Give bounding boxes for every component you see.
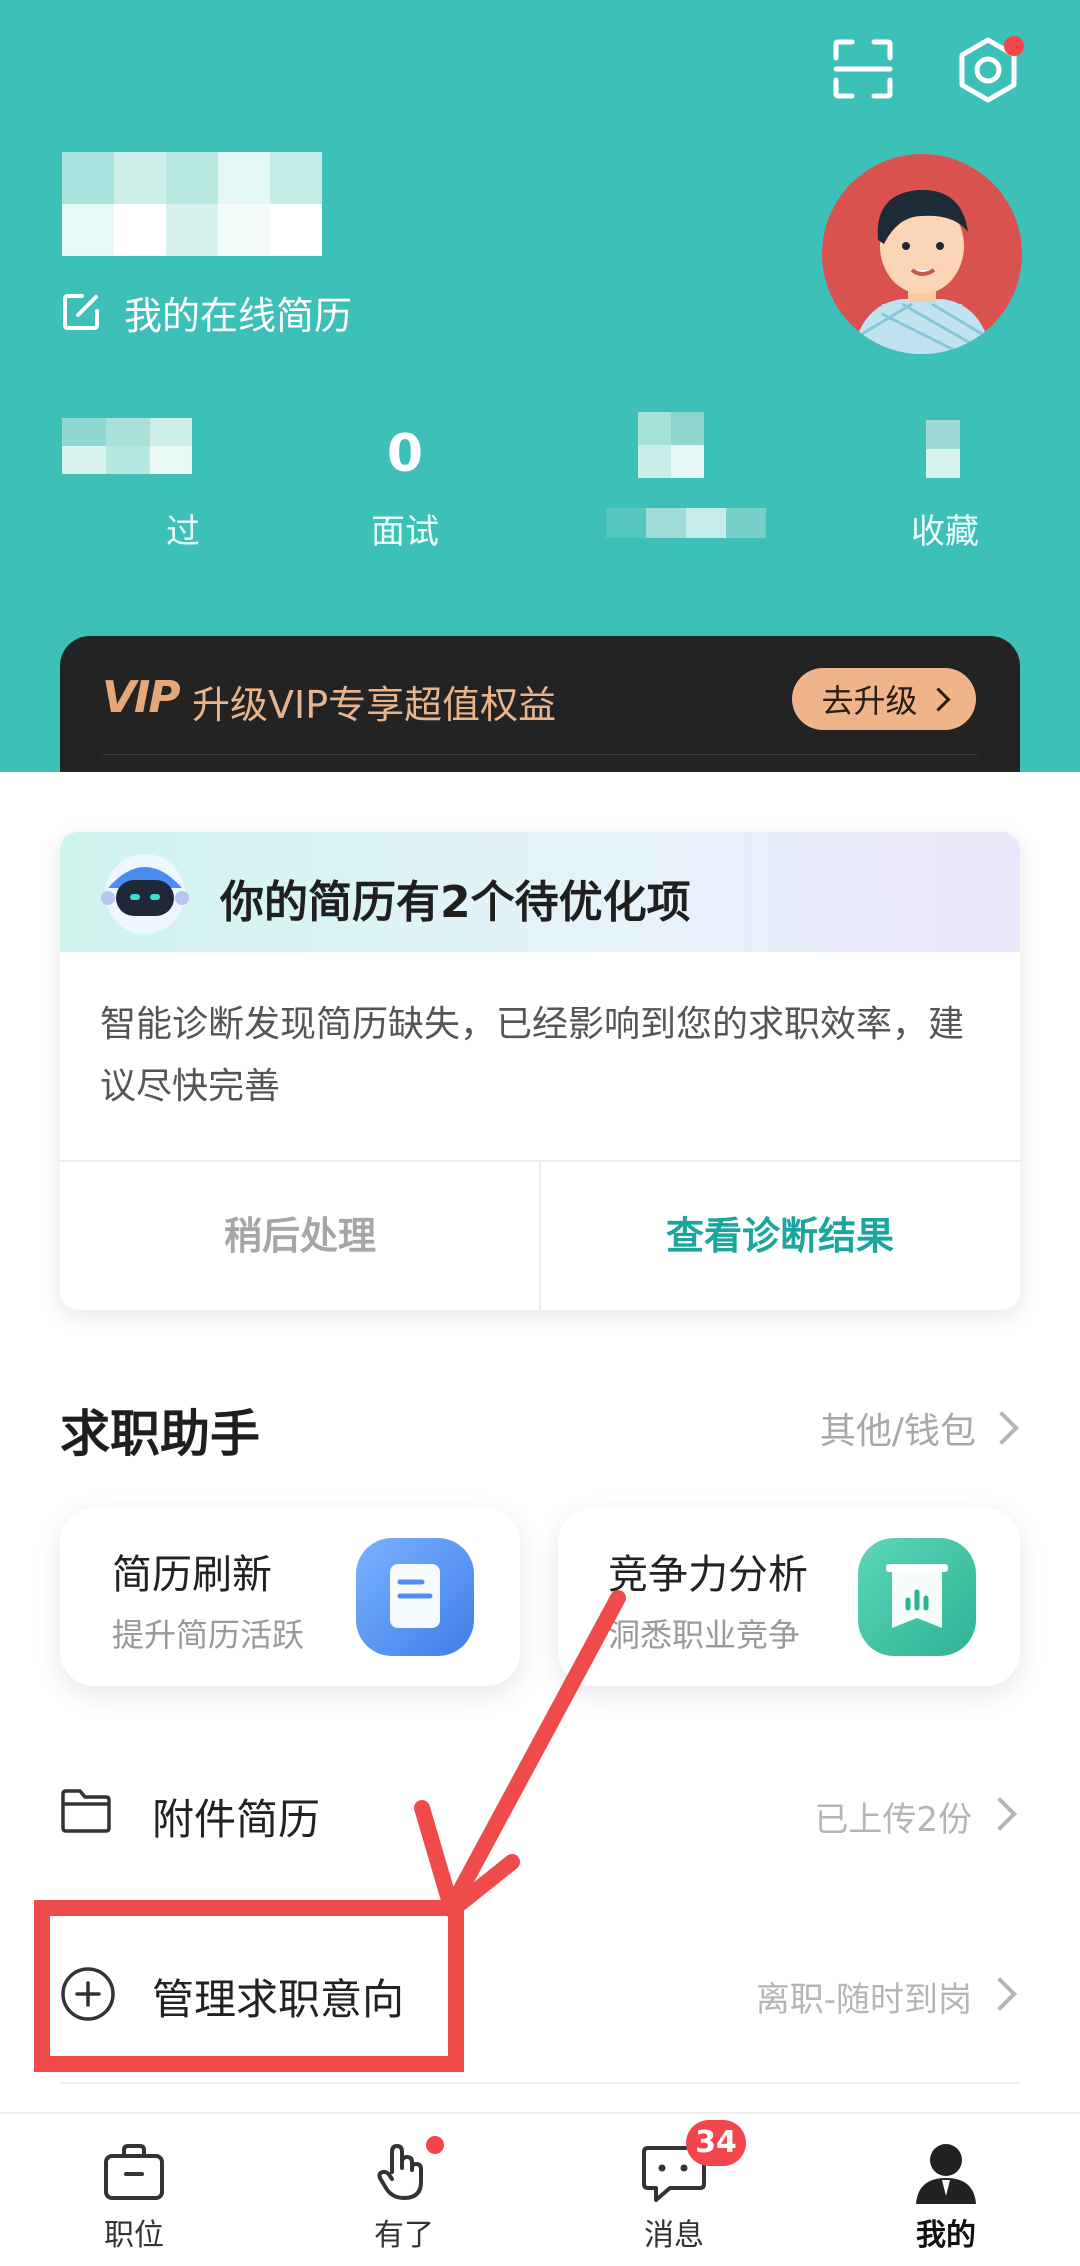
stat-value-interview[interactable]: 0: [340, 424, 470, 484]
assistant-more-label: 其他/钱包: [819, 1411, 976, 1452]
online-resume-label: 我的在线简历: [124, 293, 353, 338]
stat-blurred-4: [926, 420, 960, 478]
vip-upgrade-label: 去升级: [821, 682, 918, 720]
chevron-right-icon: [983, 1797, 1017, 1831]
stat-label-blurred-3: [606, 508, 766, 538]
vip-promo-text: 升级VIP专享超值权益: [192, 683, 557, 727]
list-divider: [60, 2082, 1020, 2084]
vip-logo: VIP: [102, 672, 181, 723]
tab-youle[interactable]: 有了: [344, 2130, 464, 2253]
briefcase-icon: [102, 2142, 166, 2202]
tab-messages[interactable]: 34 消息: [614, 2120, 746, 2253]
tab-messages-label: 消息: [644, 2218, 704, 2253]
tab-jobs-label: 职位: [104, 2218, 164, 2253]
annotation-arrow: [400, 1580, 660, 1960]
tab-mine[interactable]: 我的: [886, 2130, 1006, 2253]
diagnosis-title: 你的简历有2个待优化项: [220, 877, 691, 928]
tab-mine-label: 我的: [916, 2218, 976, 2253]
person-icon: [912, 2138, 980, 2206]
chevron-right-icon: [985, 1411, 1019, 1445]
tab-youle-label: 有了: [374, 2218, 434, 2253]
stat-label-favorites[interactable]: 收藏: [880, 504, 1010, 553]
resume-diagnosis-card: 你的简历有2个待优化项 智能诊断发现简历缺失，已经影响到您的求职效率，建议尽快完…: [60, 832, 1020, 1310]
later-button[interactable]: 稍后处理: [60, 1162, 540, 1310]
resume-refresh-subtitle: 提升简历活跃: [112, 1616, 305, 1654]
robot-icon: [100, 848, 190, 938]
diagnosis-header: 你的简历有2个待优化项: [60, 832, 1020, 952]
scan-icon[interactable]: [832, 38, 894, 100]
folder-icon: [60, 1788, 112, 1834]
manage-job-intention-value: 离职-随时到岗: [755, 1980, 972, 2020]
attachment-resume-value: 已上传2份: [814, 1800, 972, 1840]
resume-refresh-title: 简历刷新: [112, 1552, 272, 1598]
chevron-right-icon: [983, 1977, 1017, 2011]
stat-label-passed: 过: [166, 512, 200, 552]
stat-blurred-1: [62, 418, 192, 474]
tab-youle-notification-dot: [426, 2136, 444, 2154]
stat-blurred-3: [638, 412, 704, 478]
view-diagnosis-button[interactable]: 查看诊断结果: [540, 1162, 1020, 1310]
diagnosis-body: 智能诊断发现简历缺失，已经影响到您的求职效率，建议尽快完善: [100, 1004, 965, 1107]
vip-divider: [102, 754, 978, 755]
online-resume-link[interactable]: 我的在线简历: [60, 284, 352, 340]
username-blurred: [62, 152, 322, 256]
stat-label-interview[interactable]: 面试: [340, 504, 470, 553]
assistant-more-link[interactable]: 其他/钱包: [780, 1400, 1020, 1456]
assistant-title: 求职助手: [60, 1405, 260, 1463]
attachment-resume-title: 附件简历: [152, 1795, 321, 1844]
message-count-badge: 34: [686, 2120, 746, 2166]
settings-notification-dot: [1004, 36, 1024, 56]
edit-icon: [60, 291, 102, 333]
tab-jobs[interactable]: 职位: [74, 2130, 194, 2253]
vip-banner[interactable]: VIP 升级VIP专享超值权益 去升级: [60, 636, 1020, 772]
chevron-right-icon: [925, 686, 951, 712]
avatar[interactable]: [822, 154, 1022, 354]
vip-upgrade-button[interactable]: 去升级: [792, 668, 976, 730]
chart-board-icon: [858, 1538, 976, 1656]
